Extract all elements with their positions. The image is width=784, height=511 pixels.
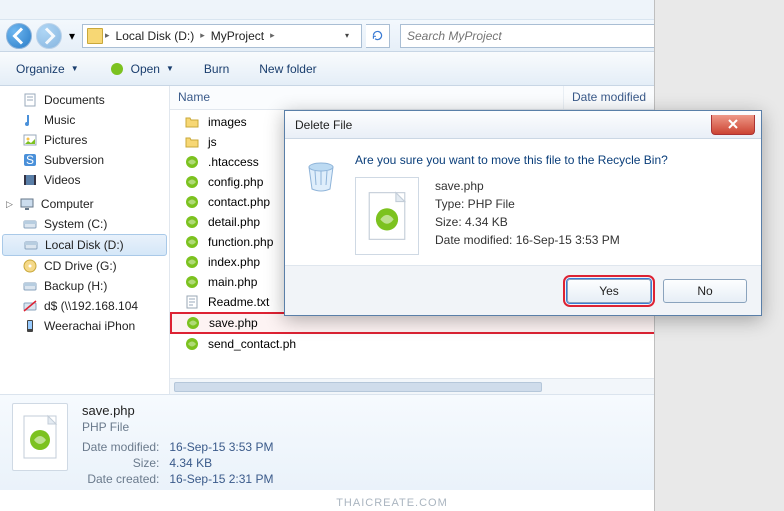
newfolder-label: New folder — [259, 62, 316, 76]
file-name: config.php — [208, 175, 263, 189]
sidebar-item-label: Weerachai iPhon — [44, 319, 135, 333]
chevron-right-icon: ▸ — [200, 30, 205, 41]
dreamweaver-file-icon — [22, 414, 58, 460]
details-value: 16-Sep-15 3:53 PM — [169, 440, 273, 454]
organize-label: Organize — [16, 62, 65, 76]
dialog-titlebar[interactable]: Delete File — [285, 111, 761, 139]
sidebar-item-label: d$ (\\192.168.104 — [44, 299, 138, 313]
dialog-file-type: Type: PHP File — [435, 195, 620, 213]
breadcrumb[interactable]: ▸ Local Disk (D:) ▸ MyProject ▸ ▾ — [82, 24, 362, 48]
dialog-close-button[interactable] — [711, 115, 755, 135]
breadcrumb-item[interactable]: Local Disk (D:) — [112, 29, 199, 43]
open-button[interactable]: Open▼ — [103, 57, 180, 81]
details-label: Date modified: — [82, 440, 159, 454]
dialog-file-size: Size: 4.34 KB — [435, 213, 620, 231]
open-label: Open — [131, 62, 160, 76]
sidebar-item-label: Subversion — [44, 153, 104, 167]
sidebar-item-drive[interactable]: CD Drive (G:) — [0, 256, 169, 276]
file-name: main.php — [208, 275, 257, 289]
details-subtitle: PHP File — [82, 420, 273, 434]
dialog-file-name: save.php — [435, 177, 620, 195]
sidebar-item-label: Backup (H:) — [44, 279, 107, 293]
sidebar: Documents Music Pictures S Subversion Videos ▷… — [0, 86, 170, 394]
details-label: Date created: — [82, 472, 159, 486]
forward-button[interactable] — [36, 23, 62, 49]
sidebar-item-library[interactable]: Pictures — [0, 130, 169, 150]
sidebar-item-drive[interactable]: d$ (\\192.168.104 — [0, 296, 169, 316]
back-button[interactable] — [6, 23, 32, 49]
file-name: function.php — [208, 235, 273, 249]
file-thumbnail — [12, 403, 68, 471]
chevron-right-icon: ▸ — [105, 30, 110, 41]
sidebar-item-label: Local Disk (D:) — [45, 238, 124, 252]
delete-dialog: Delete File Are you sure you want to mov… — [284, 110, 762, 316]
dialog-question: Are you sure you want to move this file … — [355, 153, 745, 167]
details-title: save.php — [82, 403, 273, 418]
file-name: save.php — [209, 316, 258, 330]
sidebar-item-label: System (C:) — [44, 217, 107, 231]
organize-button[interactable]: Organize▼ — [10, 58, 85, 80]
file-name: index.php — [208, 255, 260, 269]
details-value: 4.34 KB — [169, 456, 273, 470]
yes-button[interactable]: Yes — [567, 279, 651, 303]
sidebar-item-label: Pictures — [44, 133, 87, 147]
dialog-buttons: Yes No — [285, 265, 761, 315]
svg-text:S: S — [26, 153, 34, 167]
dreamweaver-icon — [109, 61, 125, 77]
sidebar-item-drive[interactable]: Weerachai iPhon — [0, 316, 169, 336]
file-name: send_contact.ph — [208, 337, 296, 351]
dialog-file-date: Date modified: 16-Sep-15 3:53 PM — [435, 231, 620, 249]
sidebar-item-drive[interactable]: System (C:) — [0, 214, 169, 234]
watermark: THAICREATE.COM — [0, 497, 784, 509]
file-name: Readme.txt — [208, 295, 269, 309]
sidebar-item-drive[interactable]: Backup (H:) — [0, 276, 169, 296]
dialog-file-info: save.php Type: PHP File Size: 4.34 KB Da… — [435, 177, 620, 255]
sidebar-item-drive[interactable]: Local Disk (D:) — [2, 234, 167, 256]
sidebar-item-label: Videos — [44, 173, 80, 187]
col-name[interactable]: Name — [170, 86, 564, 109]
sidebar-header-label: Computer — [41, 197, 94, 211]
sidebar-item-library[interactable]: S Subversion — [0, 150, 169, 170]
breadcrumb-item[interactable]: MyProject — [207, 29, 268, 43]
details-label: Size: — [82, 456, 159, 470]
dialog-title: Delete File — [295, 118, 352, 132]
file-name: detail.php — [208, 215, 260, 229]
burn-button[interactable]: Burn — [198, 58, 235, 80]
scrollbar-thumb[interactable] — [174, 382, 542, 392]
sidebar-item-library[interactable]: Music — [0, 110, 169, 130]
file-name: .htaccess — [208, 155, 259, 169]
refresh-button[interactable] — [366, 24, 390, 48]
chevron-right-icon: ▸ — [270, 30, 275, 41]
history-dropdown[interactable]: ▾ — [66, 23, 78, 49]
burn-label: Burn — [204, 62, 229, 76]
no-button[interactable]: No — [663, 279, 747, 303]
newfolder-button[interactable]: New folder — [253, 58, 322, 80]
details-value: 16-Sep-15 2:31 PM — [169, 472, 273, 486]
details-meta: save.php PHP File Date modified: 16-Sep-1… — [82, 403, 273, 482]
breadcrumb-dropdown[interactable]: ▾ — [345, 31, 357, 40]
drive-icon — [87, 28, 103, 44]
sidebar-item-label: Music — [44, 113, 75, 127]
file-name: contact.php — [208, 195, 270, 209]
recycle-bin-icon — [301, 153, 341, 193]
dialog-body: Are you sure you want to move this file … — [285, 139, 761, 265]
sidebar-item-label: CD Drive (G:) — [44, 259, 117, 273]
sidebar-item-label: Documents — [44, 93, 105, 107]
sidebar-item-library[interactable]: Documents — [0, 90, 169, 110]
file-name: js — [208, 135, 217, 149]
sidebar-item-library[interactable]: Videos — [0, 170, 169, 190]
file-name: images — [208, 115, 247, 129]
dialog-file-thumbnail — [355, 177, 419, 255]
sidebar-computer-header[interactable]: ▷Computer — [0, 190, 169, 214]
